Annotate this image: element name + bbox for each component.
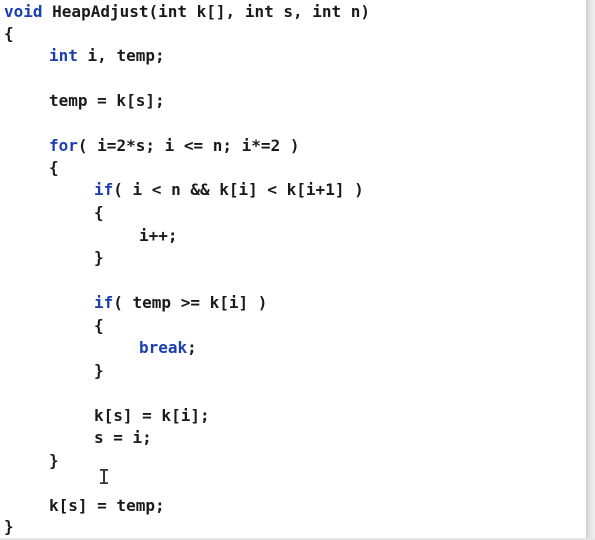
keyword: break xyxy=(139,338,188,357)
code-text: i++; xyxy=(139,226,178,245)
code-text: ; xyxy=(187,338,197,357)
code-line-1: void HeapAdjust(int k[], int s, int n) xyxy=(4,1,370,23)
code-editor[interactable]: void HeapAdjust(int k[], int s, int n) {… xyxy=(0,0,595,540)
code-line-5: for( i=2*s; i <= n; i*=2 ) xyxy=(49,135,299,157)
code-line-12: { xyxy=(94,315,104,337)
code-text: HeapAdjust(int k[], int s, int n) xyxy=(42,2,371,21)
code-text: } xyxy=(94,361,104,380)
code-line-15: k[s] = k[i]; xyxy=(94,405,210,427)
code-line-14: } xyxy=(94,360,104,382)
code-text: i, temp; xyxy=(77,46,165,65)
keyword: for xyxy=(49,136,78,155)
code-text: k[s] = temp; xyxy=(49,496,165,515)
code-line-8: { xyxy=(94,202,104,224)
code-text: s = i; xyxy=(94,428,152,447)
keyword: if xyxy=(94,293,114,312)
code-line-9: i++; xyxy=(139,225,178,247)
code-text: { xyxy=(94,203,104,222)
code-text: { xyxy=(49,158,59,177)
code-text: } xyxy=(94,248,104,267)
code-line-17: } xyxy=(49,450,59,472)
code-line-7: if( i < n && k[i] < k[i+1] ) xyxy=(94,179,364,201)
code-line-16: s = i; xyxy=(94,427,152,449)
code-text: temp = k[s]; xyxy=(49,91,165,110)
keyword: if xyxy=(94,180,114,199)
keyword: int xyxy=(49,46,78,65)
code-line-3: int i, temp; xyxy=(49,45,165,67)
code-line-4: temp = k[s]; xyxy=(49,90,165,112)
code-text: ( temp >= k[i] ) xyxy=(113,293,268,312)
code-text: } xyxy=(49,451,59,470)
code-text: { xyxy=(4,24,14,43)
code-text: ( i < n && k[i] < k[i+1] ) xyxy=(113,180,364,199)
code-line-2: { xyxy=(4,23,14,45)
code-line-19: } xyxy=(4,516,14,538)
window-edge xyxy=(586,0,595,540)
code-line-18: k[s] = temp; xyxy=(49,495,165,517)
code-line-11: if( temp >= k[i] ) xyxy=(94,292,267,314)
code-text: k[s] = k[i]; xyxy=(94,406,210,425)
keyword: void xyxy=(4,2,43,21)
code-line-13: break; xyxy=(139,337,197,359)
code-text: } xyxy=(4,517,14,536)
code-line-6: { xyxy=(49,157,59,179)
code-line-10: } xyxy=(94,247,104,269)
code-text: ( i=2*s; i <= n; i*=2 ) xyxy=(77,136,300,155)
text-cursor-icon: I xyxy=(98,465,111,489)
code-text: { xyxy=(94,316,104,335)
